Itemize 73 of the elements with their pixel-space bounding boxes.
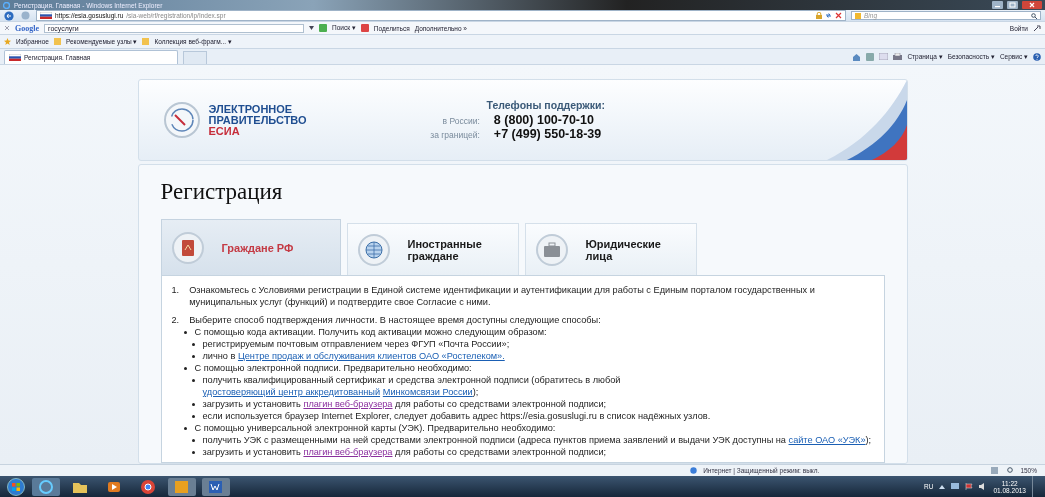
browser-icon[interactable] [32,477,60,496]
user-type-tab[interactable]: Иностранные граждане [346,223,519,275]
instruction-text: загрузить и установить плагин веб-браузера для работы со средствами электронной подписи; [202,398,607,410]
star-icon [4,38,11,45]
instruction-text: Ознакомьтесь с Условиями регистрации в Единой системе идентификации и аутентификации для работы с Единым порталом государственных и муниципальных услуг (функций) и подтвердите свое Согласие с ними. [189,284,816,308]
support-title: Телефоны поддержки: [486,99,605,111]
instruction-text: получить УЭК с размещенными на ней средствами электронной подписи (адреса пунктов приема заявлений и выдачи УЭК доступны на сайте ОАО «УЭК»); [202,434,872,446]
show-hidden-icons-icon[interactable] [939,484,946,489]
lock-icon [816,12,822,19]
globe-icon [690,467,698,474]
instruction-text: С помощью универсальной электронной карты (УЭК). Предварительно необходимо: [194,422,556,434]
dropdown-caret-icon[interactable] [309,26,314,30]
phone-number: 8 (800) 100-70-10 [493,113,595,127]
instruction-text: если используется браузер Internet Explorer, следует добавить адрес https://esia.gosuslugi.ru в список надёжных узлов. [202,410,711,422]
user-type-tab[interactable]: Юридические лица [524,223,697,275]
wrench-icon[interactable] [1033,24,1041,32]
phone-number: +7 (499) 550-18-39 [493,127,602,141]
instruction-text: Выберите способ подтверждения личности. В настоящее время доступны следующие способы: [189,314,601,326]
list-number: 2. [171,314,180,326]
action-center-flag-icon[interactable] [965,483,974,490]
instruction-text: С помощью электронной подписи. Предварительно необходимо: [194,362,472,374]
bullet-icon [191,451,195,454]
briefcase-icon [535,233,568,266]
link[interactable]: сайте ОАО «УЭК» [788,435,866,445]
passport-icon [171,231,204,264]
minimize-icon[interactable] [992,1,1003,9]
link[interactable]: плагин веб-браузера [303,399,393,409]
link[interactable]: Минкомсвязи России [382,387,473,397]
link[interactable]: плагин веб-браузера [303,447,393,457]
help-icon[interactable] [1033,52,1041,61]
instruction-text: С помощью кода активации. Получить код активации можно следующим образом: [194,326,547,338]
tab-flag-icon [9,54,21,61]
bullet-icon [183,331,187,334]
maximize-icon[interactable] [1007,1,1018,9]
close-icon[interactable] [4,25,10,31]
close-icon[interactable] [1022,1,1042,9]
start-button[interactable] [6,477,26,496]
word-icon[interactable] [202,477,230,496]
emblem-icon [162,101,201,139]
bullet-icon [183,427,187,430]
phone-label: за границей: [430,130,480,140]
bullet-icon [191,439,195,442]
bullet-icon [191,403,195,406]
page-title: Регистрация [160,179,283,205]
user-type-tab[interactable]: Граждане РФ [160,219,341,275]
list-number: 1. [171,284,180,297]
link[interactable]: Центре продаж и обслуживания клиентов ОАО «Ростелеком». [237,351,505,361]
globe-icon [357,233,390,266]
instruction-text: загрузить и установить плагин веб-браузера для работы со средствами электронной подписи; [202,446,607,458]
google-logo: Google [15,23,39,33]
bullet-icon [191,379,195,382]
ie-logo-icon [3,1,10,9]
refresh-icon[interactable] [825,12,832,19]
print-icon[interactable] [893,52,903,61]
bullet-icon [191,415,195,418]
instruction-text: регистрируемым почтовым отправлением через ФГУП «Почта России»; [202,338,510,350]
stop-icon[interactable] [835,12,842,19]
logo-text: ЭЛЕКТРОННОЕ [208,103,294,115]
phone-label: в России: [441,116,480,126]
bullet-icon [183,367,187,370]
bullet-icon [191,355,195,358]
back-icon[interactable] [4,10,16,21]
search-icon [1031,12,1037,19]
logo-subtitle: ЕСИА [208,125,241,137]
home-icon[interactable] [852,52,862,61]
network-icon[interactable] [951,483,960,490]
bullet-icon [191,343,195,346]
link[interactable]: удостоверяющий центр аккредитованный [202,387,381,397]
site-flag-icon [40,12,52,19]
logo-text: ПРАВИТЕЛЬСТВО [208,114,307,126]
zoom-icon[interactable] [1007,467,1015,474]
instruction-text: лично в Центре продаж и обслуживания клиентов ОАО «Ростелеком». [202,350,505,362]
instruction-text: получить квалифицированный сертификат и средства электронной подписи (обратитесь в любой удостоверяющий центр аккредитованный Минкомсвязи России); [202,374,622,398]
